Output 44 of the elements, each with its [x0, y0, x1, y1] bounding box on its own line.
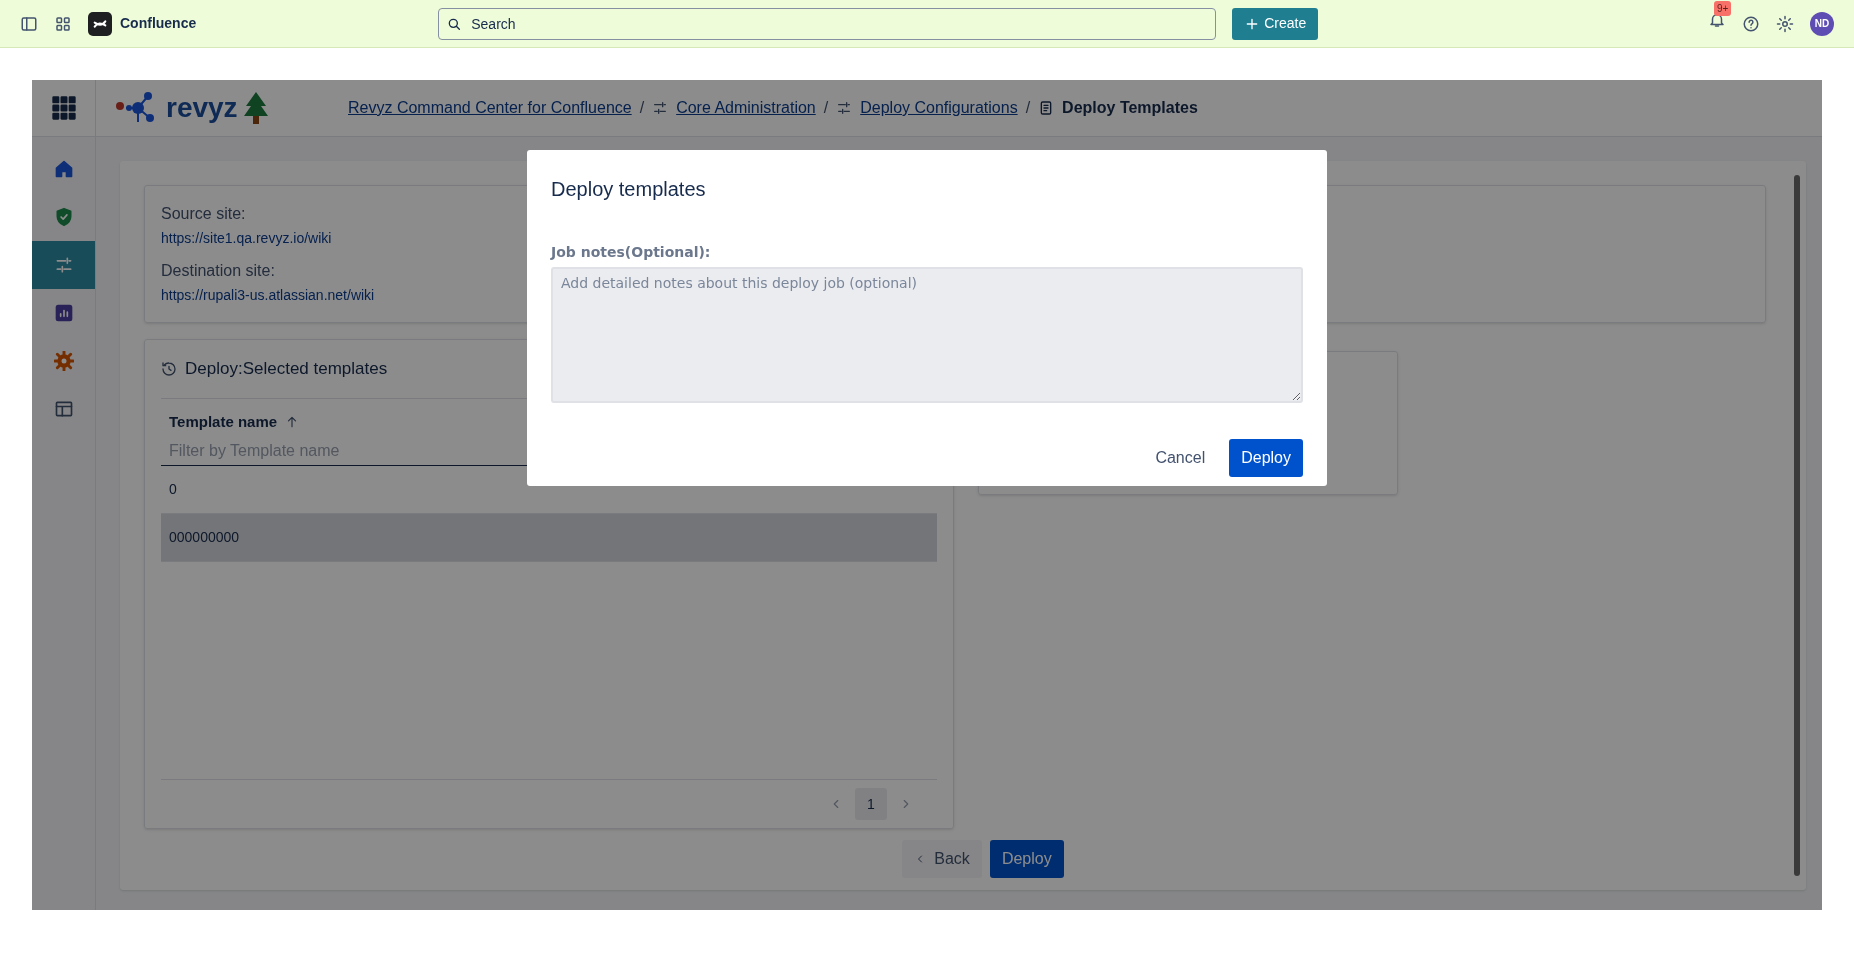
dialog-title: Deploy templates [551, 177, 707, 202]
table-row[interactable]: 000000000 [161, 514, 937, 562]
sidebar-toggle-icon[interactable] [20, 14, 38, 33]
card-title: Deploy:Selected templates [185, 358, 388, 380]
cancel-button[interactable]: Cancel [1143, 439, 1218, 477]
breadcrumb-link[interactable]: Deploy Configurations [860, 96, 1018, 120]
breadcrumb-link[interactable]: Revyz Command Center for Confluence [348, 96, 632, 120]
page-button[interactable]: 1 [855, 788, 887, 820]
sliders-icon [652, 100, 669, 116]
product-name[interactable]: Confluence [120, 13, 197, 34]
job-notes-field[interactable]: Add detailed notes about this deploy job (optional) [551, 267, 1303, 403]
table-icon [53, 399, 74, 419]
settings-icon[interactable] [1776, 14, 1794, 33]
tree-icon [241, 90, 270, 126]
table-cell-text: 000000000 [169, 528, 240, 547]
site-label: Source site: [161, 204, 246, 224]
breadcrumb-current: Deploy Templates [1062, 98, 1198, 118]
app-grid-icon[interactable] [54, 14, 72, 33]
search-field[interactable]: Search [438, 7, 1217, 40]
product-logo-icon[interactable] [88, 11, 112, 36]
notification-badge: 9+ [1714, 1, 1732, 16]
breadcrumb-separator: / [639, 98, 645, 118]
field-label: Job notes(Optional): [551, 243, 712, 262]
breadcrumb-separator: / [1025, 98, 1031, 118]
deploy-button[interactable]: Deploy [1229, 439, 1303, 477]
sliders-icon [836, 100, 853, 116]
breadcrumb-separator: / [823, 98, 829, 118]
site-link[interactable]: https://rupali3-us.atlassian.net/wiki [161, 285, 375, 306]
create-button[interactable]: Create [1232, 7, 1319, 40]
home-icon [53, 159, 74, 179]
logo-text: revyz [166, 91, 238, 125]
gear-icon [53, 351, 74, 371]
history-icon [161, 360, 177, 377]
breadcrumb-link[interactable]: Core Administration [676, 96, 816, 120]
column-header[interactable]: Template name [169, 410, 278, 433]
help-icon[interactable] [1742, 14, 1760, 33]
filter-field[interactable]: Filter by Template name [169, 437, 929, 465]
table-cell-text: 0 [169, 480, 177, 499]
chart-icon [53, 303, 74, 323]
back-button[interactable]: Back [902, 840, 982, 878]
site-link[interactable]: https://site1.qa.revyz.io/wiki [161, 228, 332, 249]
user-avatar[interactable]: ND [1810, 11, 1834, 36]
site-label: Destination site: [161, 261, 275, 281]
deploy-button[interactable]: Deploy [989, 840, 1064, 878]
